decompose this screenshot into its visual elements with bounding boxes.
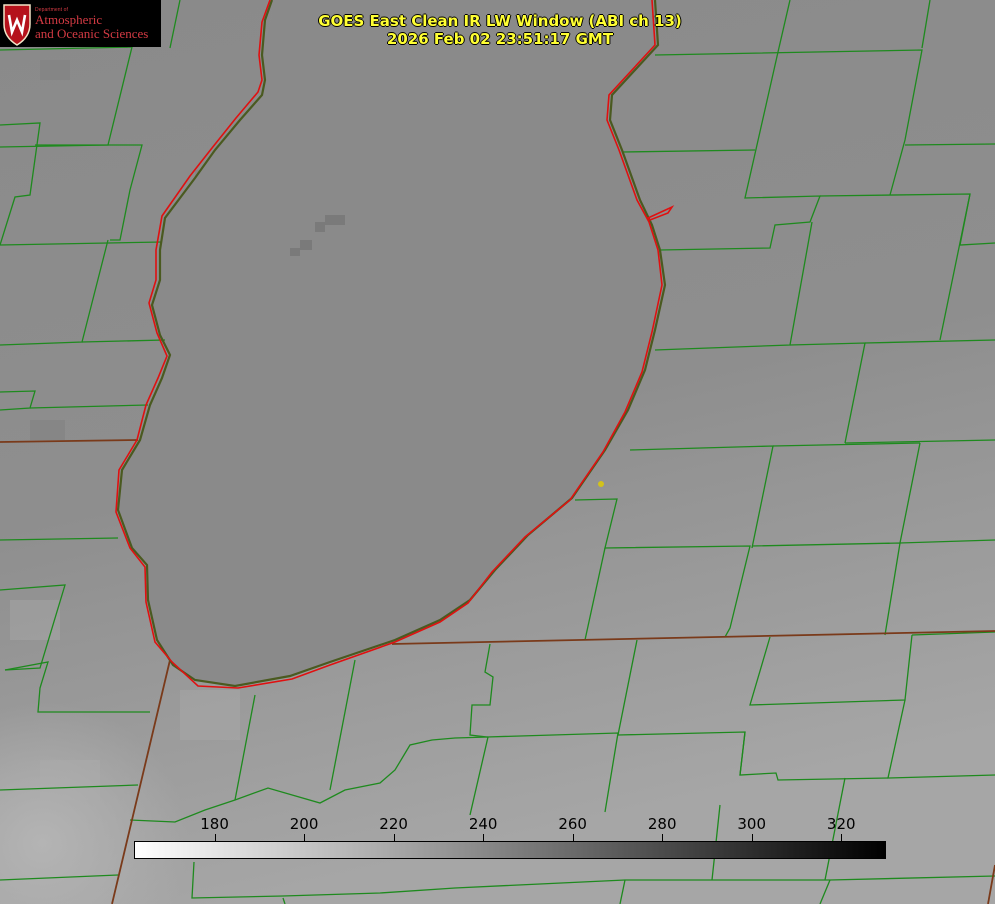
title-product: GOES East Clean IR LW Window (ABI ch 13) <box>318 12 682 30</box>
satellite-map: Department of Atmospheric and Oceanic Sc… <box>0 0 995 904</box>
colorbar-tick-mark <box>214 834 216 841</box>
title-timestamp: 2026 Feb 02 23:51:17 GMT <box>386 30 614 48</box>
satellite-imagery-layer <box>0 0 995 904</box>
logo-line2: and Oceanic Sciences <box>35 26 149 41</box>
colorbar-tick-label: 260 <box>558 815 587 833</box>
colorbar-tick-mark <box>751 834 753 841</box>
city-point-marker <box>598 481 604 487</box>
colorbar-tick-label: 220 <box>379 815 408 833</box>
colorbar-tick-mark <box>662 834 664 841</box>
colorbar-tick-label: 180 <box>200 815 229 833</box>
colorbar-tick-mark <box>304 834 306 841</box>
image-title: GOES East Clean IR LW Window (ABI ch 13)… <box>300 12 700 48</box>
uw-aos-logo: Department of Atmospheric and Oceanic Sc… <box>0 0 161 47</box>
colorbar-tick-mark <box>841 834 843 841</box>
colorbar-tick-label: 320 <box>826 815 856 833</box>
colorbar-tick-label: 300 <box>737 815 767 833</box>
colorbar-tick-label: 280 <box>647 815 677 833</box>
uw-crest-icon <box>3 4 31 46</box>
colorbar-tick-label: 200 <box>289 815 319 833</box>
colorbar <box>134 841 886 859</box>
colorbar-tick-label: 240 <box>468 815 498 833</box>
colorbar-tick-mark <box>393 834 395 841</box>
colorbar-tick-mark <box>483 834 485 841</box>
colorbar-tick-mark <box>572 834 574 841</box>
